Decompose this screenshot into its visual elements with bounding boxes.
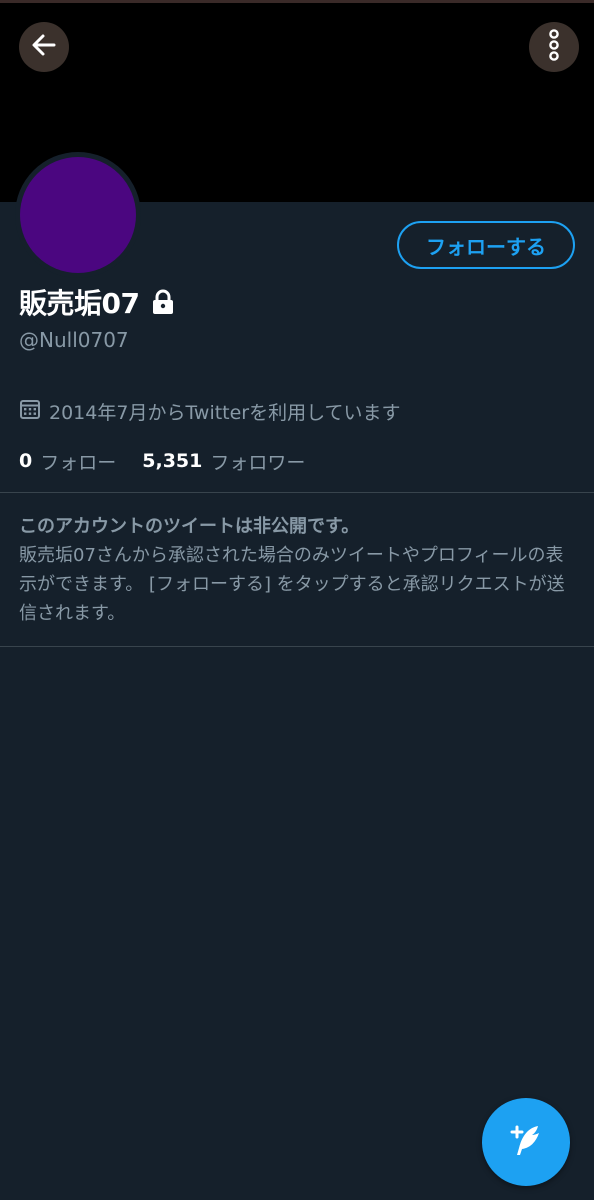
avatar-image <box>20 157 136 273</box>
divider <box>0 646 594 647</box>
avatar[interactable] <box>15 152 141 278</box>
followers-label: フォロワー <box>210 451 306 474</box>
more-vertical-icon <box>547 29 561 65</box>
lock-icon <box>151 289 175 315</box>
join-date-row: 2014年7月からTwitterを利用しています <box>19 397 401 425</box>
protected-notice-body: 販売垢07さんから承認された場合のみツイートやプロフィールの表示ができます。 [… <box>19 545 565 624</box>
protected-notice: このアカウントのツイートは非公開です。 販売垢07さんから承認された場合のみツイ… <box>19 512 579 628</box>
followers-count: 5,351 <box>142 450 203 472</box>
calendar-icon <box>19 398 41 424</box>
following-count: 0 <box>19 450 33 472</box>
back-button[interactable] <box>19 22 69 72</box>
following-label: フォロー <box>40 451 117 474</box>
more-options-button[interactable] <box>529 22 579 72</box>
display-name: 販売垢07 <box>19 287 140 320</box>
user-handle: @Null0707 <box>19 328 129 352</box>
compose-feather-icon <box>504 1118 548 1166</box>
divider <box>0 492 594 493</box>
follow-button[interactable]: フォローする <box>397 221 575 269</box>
arrow-left-icon <box>30 31 58 63</box>
profile-screen: フォローする 販売垢07 @Null0707 2014年7月からTwitterを… <box>0 0 594 1200</box>
follow-stats: 0 フォロー 5,351 フォロワー <box>19 446 305 476</box>
following-stat[interactable]: 0 フォロー <box>19 448 116 475</box>
followers-stat[interactable]: 5,351 フォロワー <box>142 448 305 475</box>
compose-tweet-button[interactable] <box>482 1098 570 1186</box>
display-name-row: 販売垢07 <box>19 282 175 322</box>
protected-notice-title: このアカウントのツイートは非公開です。 <box>19 516 360 537</box>
join-date-text: 2014年7月からTwitterを利用しています <box>49 401 401 424</box>
